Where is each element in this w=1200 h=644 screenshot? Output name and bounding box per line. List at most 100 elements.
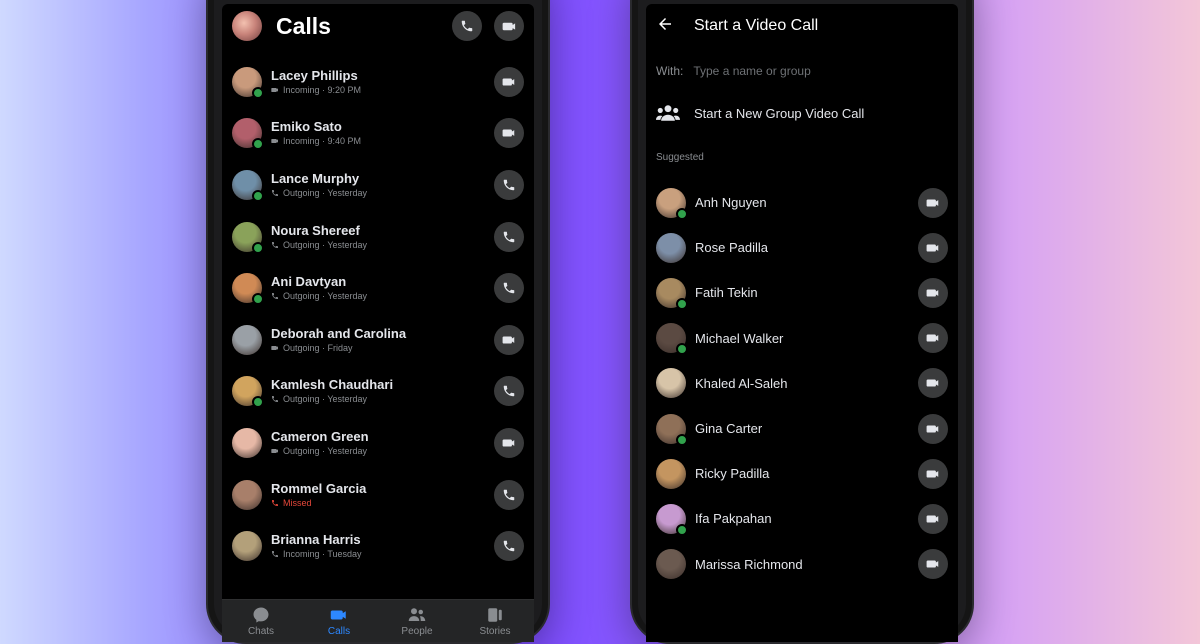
new-audio-call-button[interactable]	[452, 11, 482, 41]
video-camera-icon	[926, 515, 939, 523]
phone-icon	[503, 231, 515, 242]
avatar	[232, 376, 264, 409]
video-call-button[interactable]	[494, 324, 524, 355]
call-row[interactable]: Cameron Green Outgoing · Yesterday	[222, 417, 534, 469]
video-camera-icon	[502, 336, 515, 344]
video-camera-icon	[271, 87, 278, 92]
suggested-contact-row[interactable]: Fatih Tekin	[646, 270, 958, 315]
video-camera-icon	[271, 345, 278, 350]
online-status-dot	[676, 343, 688, 356]
suggested-contact-row[interactable]: Ricky Padilla	[646, 451, 958, 496]
call-row[interactable]: Ani Davtyan Outgoing · Yesterday	[222, 262, 534, 314]
suggested-contact-row[interactable]: Michael Walker	[646, 316, 958, 361]
call-row[interactable]: Brianna Harris Incoming · Tuesday	[222, 520, 534, 572]
phone-icon	[503, 282, 515, 294]
page-title: Start a Video Call	[694, 17, 819, 34]
audio-call-button[interactable]	[494, 273, 524, 304]
tab-calls[interactable]: Calls	[300, 600, 378, 642]
call-meta-text: Incoming · Tuesday	[283, 549, 362, 560]
suggested-contact-row[interactable]: Rose Padilla	[646, 225, 958, 270]
tab-chats[interactable]: Chats	[222, 600, 300, 642]
video-camera-icon	[502, 439, 515, 447]
video-call-button[interactable]	[918, 232, 948, 263]
suggested-contact-row[interactable]: Khaled Al-Saleh	[646, 361, 958, 406]
suggested-contact-row[interactable]: Anh Nguyen	[646, 180, 958, 225]
call-text: Rommel Garcia Missed	[271, 481, 494, 509]
recipient-search-input[interactable]	[693, 64, 948, 78]
audio-call-button[interactable]	[494, 169, 524, 200]
video-call-header: Start a Video Call	[646, 4, 958, 48]
contact-name: Rommel Garcia	[271, 480, 367, 496]
video-call-button[interactable]	[918, 277, 948, 308]
online-status-dot	[252, 138, 264, 151]
video-call-button[interactable]	[918, 413, 948, 444]
suggested-contact-row[interactable]: Ifa Pakpahan	[646, 496, 958, 541]
back-button[interactable]	[656, 15, 674, 38]
online-status-dot	[252, 241, 264, 254]
phone-icon	[503, 489, 515, 500]
call-row[interactable]: Emiko Sato Incoming · 9:40 PM	[222, 108, 534, 160]
video-call-button[interactable]	[918, 458, 948, 489]
chat-bubble-icon	[253, 607, 269, 623]
profile-avatar[interactable]	[232, 11, 262, 41]
suggested-contact-row[interactable]: Gina Carter	[646, 406, 958, 451]
call-row[interactable]: Kamlesh Chaudhari Outgoing · Yesterday	[222, 366, 534, 418]
video-call-button[interactable]	[918, 549, 948, 580]
page-title: Calls	[276, 12, 331, 39]
avatar	[232, 531, 262, 562]
contact-name: Marissa Richmond	[695, 556, 803, 572]
audio-call-button[interactable]	[494, 221, 524, 252]
video-call-screen: Start a Video Call With: Start a New Gro…	[646, 4, 958, 642]
tab-label: Stories	[479, 626, 511, 637]
video-call-button[interactable]	[494, 427, 524, 458]
start-group-video-call-button[interactable]: Start a New Group Video Call	[656, 102, 948, 124]
contact-name: Ricky Padilla	[695, 466, 770, 482]
call-row[interactable]: Noura Shereef Outgoing · Yesterday	[222, 211, 534, 263]
video-call-button[interactable]	[494, 118, 524, 149]
video-camera-icon	[926, 425, 939, 433]
call-row[interactable]: Rommel Garcia Missed	[222, 469, 534, 521]
call-row[interactable]: Lacey Phillips Incoming · 9:20 PM	[222, 56, 534, 108]
video-call-button[interactable]	[918, 187, 948, 218]
avatar	[232, 66, 264, 99]
audio-call-button[interactable]	[494, 479, 524, 510]
contact-name: Ifa Pakpahan	[695, 511, 772, 527]
audio-call-button[interactable]	[494, 531, 524, 562]
video-camera-icon	[926, 470, 939, 478]
calls-header: Calls	[222, 4, 534, 48]
online-status-dot	[676, 207, 688, 220]
with-label: With:	[656, 64, 684, 78]
call-meta: Outgoing · Yesterday	[271, 187, 494, 199]
contact-name: Deborah and Carolina	[271, 325, 407, 341]
call-meta: Outgoing · Friday	[271, 342, 494, 354]
call-row[interactable]: Deborah and Carolina Outgoing · Friday	[222, 314, 534, 366]
group-call-label: Start a New Group Video Call	[694, 105, 865, 121]
tab-people[interactable]: People	[378, 600, 456, 642]
video-call-button[interactable]	[918, 503, 948, 534]
video-call-button[interactable]	[494, 66, 524, 97]
call-meta-text: Outgoing · Yesterday	[283, 394, 368, 405]
new-video-call-button[interactable]	[494, 11, 524, 41]
contact-name: Michael Walker	[695, 330, 784, 346]
call-row[interactable]: Lance Murphy Outgoing · Yesterday	[222, 159, 534, 211]
avatar	[656, 368, 686, 399]
avatar	[232, 273, 264, 306]
video-call-button[interactable]	[918, 323, 948, 354]
contact-name: Ani Davtyan	[271, 274, 347, 290]
video-call-button[interactable]	[918, 368, 948, 399]
avatar	[656, 503, 688, 536]
video-camera-icon	[926, 244, 939, 252]
video-camera-icon	[926, 199, 939, 207]
call-meta: Incoming · Tuesday	[271, 548, 494, 560]
video-camera-icon	[926, 560, 939, 568]
audio-call-button[interactable]	[494, 376, 524, 407]
call-meta-text: Outgoing · Friday	[283, 342, 353, 353]
avatar	[656, 323, 688, 356]
tab-stories[interactable]: Stories	[456, 600, 534, 642]
phone-icon	[272, 551, 278, 558]
call-text: Emiko Sato Incoming · 9:40 PM	[271, 119, 494, 147]
contact-name: Kamlesh Chaudhari	[271, 377, 394, 393]
suggested-contact-row[interactable]: Marissa Richmond	[646, 542, 958, 587]
phone-icon	[272, 241, 278, 248]
call-meta: Incoming · 9:40 PM	[271, 135, 494, 147]
